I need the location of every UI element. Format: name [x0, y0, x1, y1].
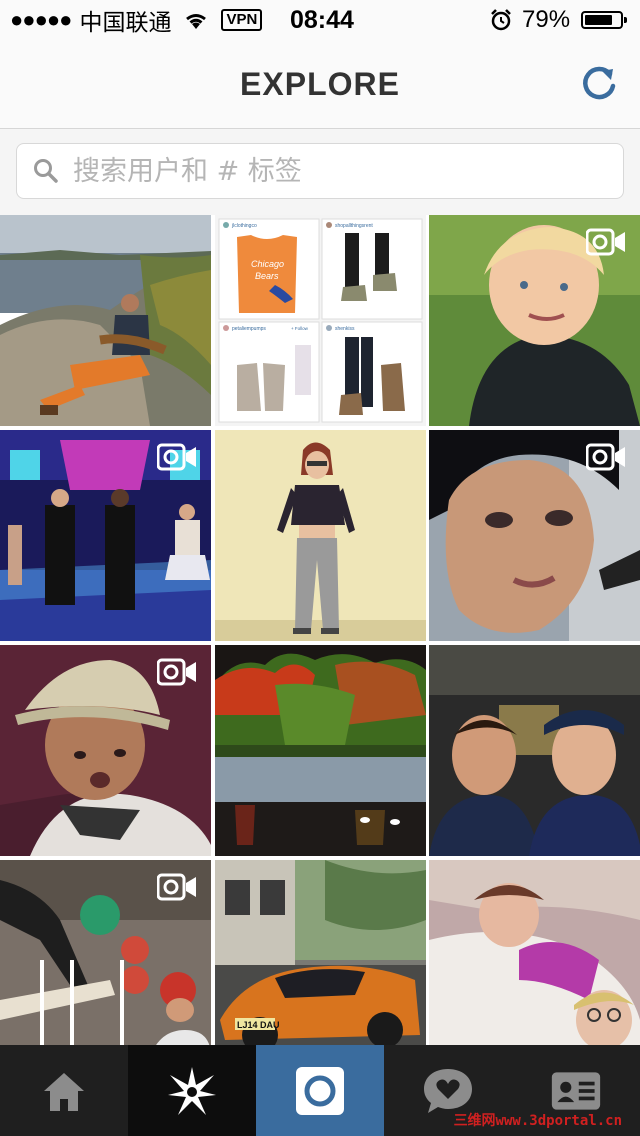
photo-tile[interactable]: [0, 860, 211, 1057]
photo-autumn-lake: [214, 645, 426, 856]
photo-tile[interactable]: [0, 215, 211, 426]
wifi-icon: [186, 14, 207, 29]
search-area: [0, 129, 640, 215]
photo-tile[interactable]: [429, 860, 640, 1057]
refresh-icon[interactable]: [578, 62, 620, 104]
collage-follow: + Follow: [291, 326, 309, 331]
photo-woman-croptop: [214, 430, 426, 641]
battery-icon: [581, 11, 627, 29]
collage-user-4: shenkiss: [335, 326, 355, 332]
profile-card-icon: [551, 1071, 601, 1110]
navigation-header: EXPLORE: [0, 40, 640, 129]
collage-user-3: petaliempumps: [232, 326, 266, 332]
camera-icon: [296, 1066, 344, 1115]
tab-camera[interactable]: [256, 1045, 384, 1136]
battery-level-fill: [585, 15, 612, 25]
watermark-text: 三维网www.3dportal.cn: [453, 1113, 622, 1129]
photo-tile[interactable]: [214, 430, 426, 641]
license-plate: LJ14 DAU: [237, 1020, 280, 1030]
photo-tile[interactable]: [0, 645, 211, 856]
search-icon: [34, 159, 58, 183]
photo-tile[interactable]: jlclothingco shopallthingsrent Chicago B…: [214, 215, 426, 426]
tab-home[interactable]: [0, 1045, 128, 1136]
explore-star-icon: [168, 1066, 216, 1115]
video-camera-icon: [157, 873, 196, 901]
photo-tile[interactable]: [429, 215, 640, 426]
clock: 08:44: [290, 5, 354, 34]
photo-tile[interactable]: [214, 645, 426, 856]
video-camera-icon: [157, 658, 196, 686]
video-camera-icon: [586, 228, 625, 256]
alarm-icon: [491, 9, 511, 31]
search-input[interactable]: [71, 154, 595, 188]
heart-bubble-icon: [424, 1068, 472, 1113]
svg-text:Chicago: Chicago: [251, 259, 284, 269]
search-box[interactable]: [16, 143, 624, 199]
explore-photo-grid: jlclothingco shopallthingsrent Chicago B…: [0, 215, 640, 1057]
photo-tile[interactable]: [0, 430, 211, 641]
battery-percent: 79%: [522, 6, 571, 33]
status-bar: ●●●●● 中国联通 VPN 08:44 79%: [0, 0, 640, 40]
video-camera-icon: [586, 443, 625, 471]
collage-user-2: shopallthingsrent: [335, 223, 373, 229]
vpn-badge: VPN: [221, 9, 263, 31]
photo-children-bed: [429, 860, 640, 1057]
photo-product-collage: jlclothingco shopallthingsrent Chicago B…: [214, 215, 426, 426]
page-title: EXPLORE: [240, 66, 400, 102]
video-camera-icon: [157, 443, 196, 471]
photo-sports-car: LJ14 DAU: [214, 860, 426, 1057]
collage-user-1: jlclothingco: [231, 223, 257, 229]
signal-strength: ●●●●●: [10, 7, 72, 32]
bottom-tab-bar: 三维网www.3dportal.cn: [0, 1045, 640, 1136]
photo-tile[interactable]: LJ14 DAU: [214, 860, 426, 1057]
photo-two-men-selfie: [429, 645, 640, 856]
svg-text:Bears: Bears: [255, 271, 279, 281]
tab-explore[interactable]: [128, 1045, 256, 1136]
photo-tile[interactable]: [429, 430, 640, 641]
home-icon: [44, 1072, 84, 1111]
photo-tile[interactable]: [429, 645, 640, 856]
photo-guitar-shore: [0, 215, 211, 426]
carrier-name: 中国联通: [79, 10, 172, 36]
